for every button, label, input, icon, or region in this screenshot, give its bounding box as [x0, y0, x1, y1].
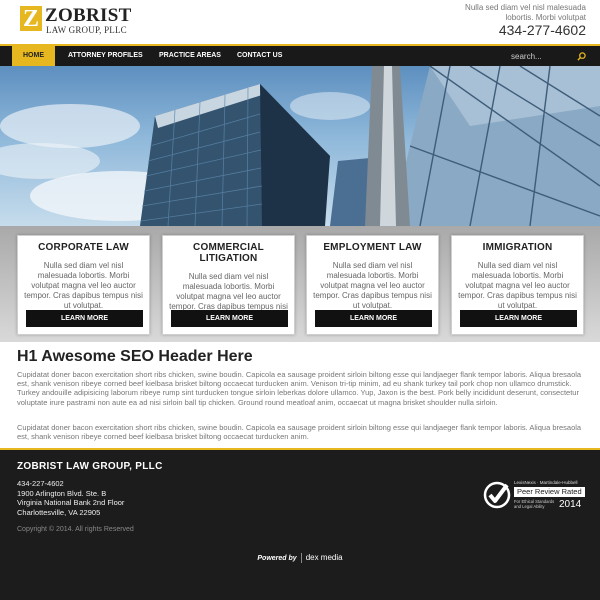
learn-more-button[interactable]: LEARN MORE: [315, 310, 432, 327]
nav-item-practice-areas[interactable]: PRACTICE AREAS: [159, 46, 221, 66]
footer-contact: 434-227-4602 1900 Arlington Blvd. Ste. B…: [17, 479, 124, 517]
peer-review-badge[interactable]: LexisNexis · Martindale-Hubbell Peer Rev…: [483, 479, 586, 516]
card-title: IMMIGRATION: [482, 242, 553, 253]
badge-subtitle: and Legal Ability: [514, 504, 545, 509]
badge-year: 2014: [559, 499, 582, 510]
footer-address-line: 1900 Arlington Blvd. Ste. B: [17, 488, 107, 498]
nav-item-contact-us[interactable]: CONTACT US: [237, 46, 282, 66]
practice-card-corporate-law: CORPORATE LAW Nulla sed diam vel nisl ma…: [17, 235, 150, 335]
site-header: Z ZOBRIST LAW GROUP, PLLC Nulla sed diam…: [0, 0, 600, 44]
nav-item-home[interactable]: HOME: [12, 46, 55, 66]
card-text: Nulla sed diam vel nisl malesuada lobort…: [313, 261, 432, 310]
divider: [300, 553, 302, 564]
learn-more-button[interactable]: LEARN MORE: [26, 310, 143, 327]
search-box[interactable]: search...: [511, 50, 586, 63]
search-input[interactable]: search...: [511, 52, 542, 61]
page-heading: H1 Awesome SEO Header Here: [17, 348, 253, 365]
powered-by[interactable]: Powered by dex media: [0, 553, 600, 564]
logo-letter: Z: [22, 5, 39, 32]
logo-name[interactable]: ZOBRIST: [45, 6, 132, 25]
powered-by-brand[interactable]: dex media: [306, 553, 343, 562]
main-content: H1 Awesome SEO Header Here Cupidatat don…: [0, 342, 600, 448]
card-text: Nulla sed diam vel nisl malesuada lobort…: [24, 261, 143, 310]
badge-title: Peer Review Rated: [514, 487, 585, 497]
practice-card-immigration: IMMIGRATION Nulla sed diam vel nisl male…: [451, 235, 584, 335]
logo-icon[interactable]: Z: [20, 6, 42, 31]
learn-more-button[interactable]: LEARN MORE: [460, 310, 577, 327]
learn-more-button[interactable]: LEARN MORE: [171, 310, 288, 327]
copyright: Copyright © 2014. All rights Reserved: [17, 526, 134, 533]
footer-address-line: Virginia National Bank 2nd Floor: [17, 498, 125, 507]
hero-image: [0, 66, 600, 226]
card-text: Nulla sed diam vel nisl malesuada lobort…: [169, 272, 288, 321]
card-text: Nulla sed diam vel nisl malesuada lobort…: [458, 261, 577, 310]
card-title: EMPLOYMENT LAW: [323, 242, 422, 253]
checkmark-icon: [483, 481, 511, 509]
badge-top-text: LexisNexis · Martindale-Hubbell: [514, 480, 578, 485]
search-icon[interactable]: [577, 52, 586, 61]
header-phone[interactable]: 434-277-4602: [499, 22, 586, 38]
card-title: CORPORATE LAW: [38, 242, 129, 253]
practice-card-commercial-litigation: COMMERCIAL LITIGATION Nulla sed diam vel…: [162, 235, 295, 335]
header-tagline: Nulla sed diam vel nisl malesuada lobort…: [465, 3, 586, 22]
content-paragraph: Cupidatat doner bacon exercitation short…: [17, 370, 582, 407]
nav-item-attorney-profiles[interactable]: ATTORNEY PROFILES: [68, 46, 143, 66]
footer-title: ZOBRIST LAW GROUP, PLLC: [17, 461, 163, 472]
card-title: COMMERCIAL LITIGATION: [193, 242, 264, 264]
footer-address-line: Charlottesville, VA 22905: [17, 507, 101, 517]
powered-by-label: Powered by: [257, 555, 297, 562]
site-footer: ZOBRIST LAW GROUP, PLLC 434-227-4602 190…: [0, 448, 600, 600]
footer-phone[interactable]: 434-227-4602: [17, 479, 124, 489]
logo-subtitle: LAW GROUP, PLLC: [46, 25, 127, 35]
content-paragraph: Cupidatat doner bacon exercitation short…: [17, 423, 582, 442]
practice-card-employment-law: EMPLOYMENT LAW Nulla sed diam vel nisl m…: [306, 235, 439, 335]
main-nav: HOME ATTORNEY PROFILES PRACTICE AREAS CO…: [0, 44, 600, 66]
